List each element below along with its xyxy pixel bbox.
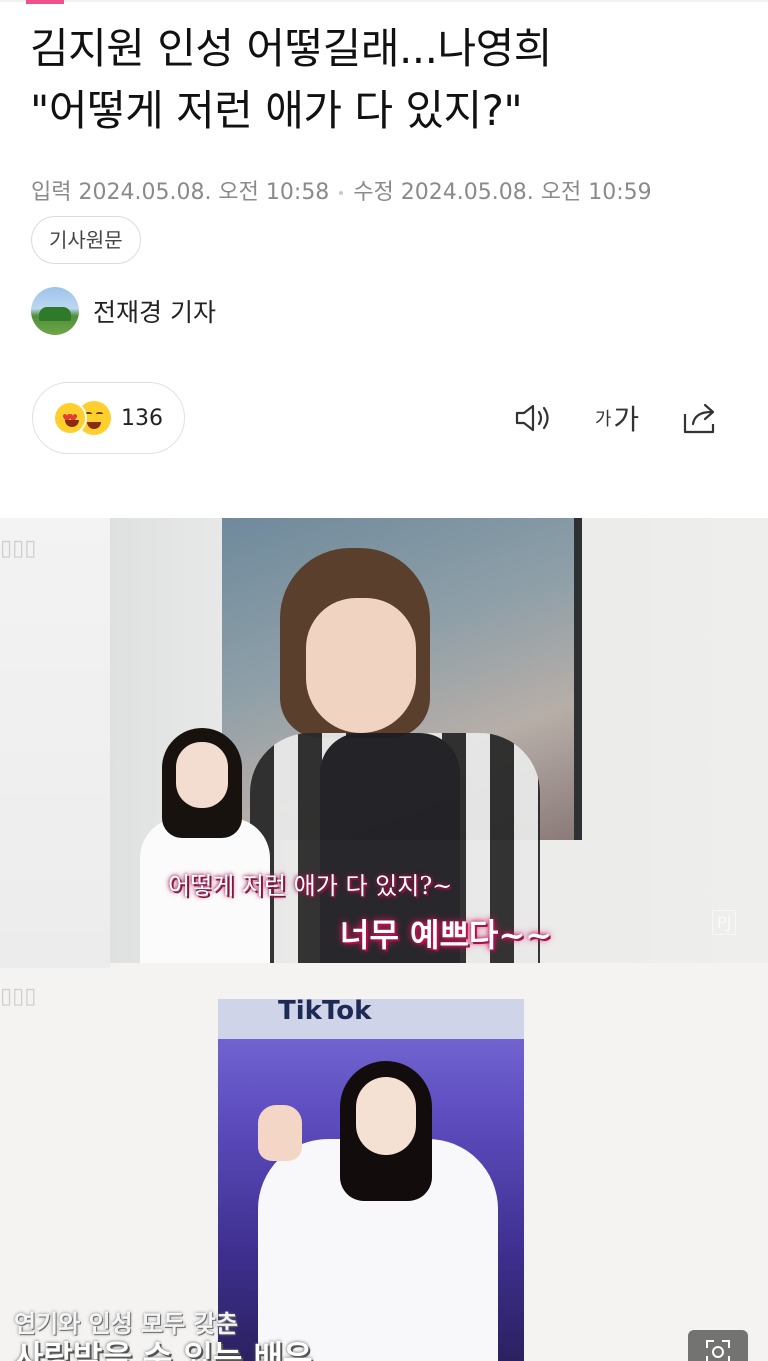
input-date: 2024.05.08. 오전 10:58 — [78, 180, 330, 205]
edit-label: 수정 — [353, 180, 394, 205]
red-carpet-scene — [218, 999, 524, 1361]
font-small-glyph: 가 — [594, 409, 612, 430]
caption-4: 사랑받을 수 있는 배우 — [14, 1338, 313, 1361]
separator-dot — [339, 191, 344, 195]
broadcast-watermark: ▯▯▯ — [0, 536, 37, 561]
reaction-count: 136 — [121, 405, 163, 431]
caption-2: 너무 예쁘다~~ — [340, 916, 552, 954]
headline-line-1: 김지원 인성 어떻길래...나영희 — [30, 24, 552, 73]
input-label: 입력 — [31, 180, 72, 205]
avatar — [31, 287, 79, 335]
font-size-icon[interactable]: 가가 — [592, 398, 642, 438]
article-dates: 입력 2024.05.08. 오전 10:58 수정 2024.05.08. 오전… — [31, 174, 652, 206]
top-accent-bar — [26, 0, 64, 4]
caption-1: 어떻게 저런 애가 다 있지?~ — [168, 872, 453, 900]
broadcast-watermark-2: ▯▯▯ — [0, 984, 37, 1009]
tiktok-logo: TikTok — [278, 996, 372, 1026]
person-face-2 — [356, 1077, 416, 1155]
share-icon[interactable] — [680, 398, 722, 438]
article-photo[interactable]: ▯▯▯ 어떻게 저런 애가 다 있지?~ 너무 예쁘다~~ PJ ▯▯▯ Tik… — [0, 518, 768, 1361]
person-face — [306, 598, 416, 733]
edit-date: 2024.05.08. 오전 10:59 — [400, 180, 652, 205]
heart-eyes-emoji-icon: ♥ ♥ — [53, 401, 87, 435]
reporter-name: 전재경 기자 — [93, 298, 216, 327]
speaker-icon[interactable] — [512, 398, 554, 438]
reporter-byline[interactable]: 전재경 기자 — [31, 287, 216, 335]
zoom-icon[interactable] — [688, 1330, 748, 1361]
waving-hand — [258, 1105, 302, 1161]
top-divider — [0, 0, 768, 2]
article-headline: 김지원 인성 어떻길래...나영희 "어떻게 저런 애가 다 있지?" — [30, 18, 750, 142]
photo-background-left — [0, 518, 110, 968]
inset-photo — [110, 718, 270, 963]
reaction-button[interactable]: ♥ ♥ 136 — [32, 382, 185, 454]
channel-logo: PJ — [712, 910, 737, 935]
original-article-button[interactable]: 기사원문 — [31, 216, 141, 264]
headline-line-2: "어떻게 저런 애가 다 있지?" — [30, 86, 523, 135]
font-large-glyph: 가 — [613, 403, 640, 436]
